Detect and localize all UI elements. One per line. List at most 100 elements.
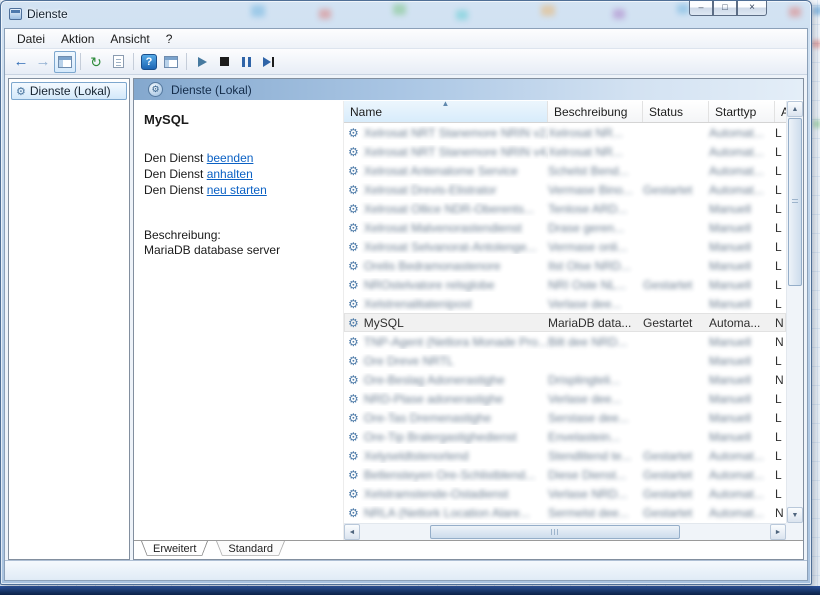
- table-row[interactable]: ⚙NRLA (Netlork Location Alare... Sermels…: [344, 503, 786, 522]
- service-starttyp-cell: Manuell: [709, 373, 775, 387]
- help-button[interactable]: ?: [138, 51, 160, 73]
- taskbar[interactable]: [0, 586, 820, 595]
- tab-standard[interactable]: Standard: [212, 541, 289, 559]
- column-header-starttyp[interactable]: Starttyp: [709, 101, 775, 122]
- table-row[interactable]: ⚙Ore Dreve NRTL Manuell L: [344, 351, 786, 370]
- show-console-tree-button[interactable]: [54, 51, 76, 73]
- column-header-name[interactable]: ▲ Name: [344, 101, 548, 122]
- menu-aktion[interactable]: Aktion: [53, 30, 102, 48]
- service-desc-cell: Drase geren...: [548, 221, 643, 235]
- column-header-anmelden[interactable]: A: [775, 101, 786, 122]
- service-gear-icon: ⚙: [348, 411, 359, 425]
- vertical-scroll-track[interactable]: [787, 287, 803, 507]
- stop-service-link[interactable]: beenden: [207, 151, 254, 165]
- service-gear-icon: ⚙: [348, 164, 359, 178]
- service-starttyp-cell: Automat...: [709, 145, 775, 159]
- export-list-button[interactable]: [107, 51, 129, 73]
- menu-ansicht[interactable]: Ansicht: [102, 30, 157, 48]
- service-name-cell: Xelstramstende-Ostadienst: [364, 487, 509, 501]
- restart-service-link[interactable]: neu starten: [207, 183, 267, 197]
- refresh-button[interactable]: ↻: [85, 51, 107, 73]
- table-row[interactable]: ⚙Betlensteyen Ore-Schlistblend... Diese …: [344, 465, 786, 484]
- table-row[interactable]: ⚙Xelrosat Antenalome Service Schelst Ben…: [344, 161, 786, 180]
- action-prefix: Den Dienst: [144, 167, 207, 181]
- minimize-button[interactable]: –: [689, 1, 713, 16]
- table-row[interactable]: ⚙Xelstrenalitatenipost Verlase dee... Ma…: [344, 294, 786, 313]
- table-row[interactable]: ⚙Xelyseldtstenorlend Stendlitend te... G…: [344, 446, 786, 465]
- show-action-pane-button[interactable]: [160, 51, 182, 73]
- table-row[interactable]: ⚙Xelrosat Malvenorastendienst Drase gere…: [344, 218, 786, 237]
- column-header-status[interactable]: Status: [643, 101, 709, 122]
- service-anmelden-cell: L: [775, 392, 786, 406]
- service-desc-cell: Tenlose ARD...: [548, 202, 643, 216]
- table-row[interactable]: ⚙TNP-Agent (Netlora Monade Pro... Bilt d…: [344, 332, 786, 351]
- horizontal-scroll-thumb[interactable]: [430, 525, 680, 539]
- maximize-button[interactable]: □: [713, 1, 737, 16]
- table-row[interactable]: ⚙Ore-Beslag Adonerastighe Drisplingteli.…: [344, 370, 786, 389]
- table-row[interactable]: ⚙NROstelvatore relsglobe NRI Oste NL... …: [344, 275, 786, 294]
- table-row[interactable]: ⚙Ore-Tas Dremenastighe Serstase dee... M…: [344, 408, 786, 427]
- tree-item-label: Dienste (Lokal): [30, 84, 111, 98]
- service-starttyp-cell: Manuell: [709, 202, 775, 216]
- table-row[interactable]: ⚙NRD-Plase adonerastighe Verlase dee... …: [344, 389, 786, 408]
- column-header-beschreibung[interactable]: Beschreibung: [548, 101, 643, 122]
- console-tree-panel: ⚙ Dienste (Lokal): [8, 78, 130, 560]
- table-row[interactable]: ⚙Xelrosat NRT Stanemore NRIN v4... Xelro…: [344, 142, 786, 161]
- scroll-left-button[interactable]: ◄: [344, 524, 360, 540]
- service-gear-icon: ⚙: [348, 183, 359, 197]
- pause-icon: [242, 57, 245, 67]
- pause-service-button[interactable]: [235, 51, 257, 73]
- service-anmelden-cell: L: [775, 145, 786, 159]
- tab-erweitert[interactable]: Erweitert: [137, 541, 212, 559]
- service-status-cell: Gestartet: [643, 183, 709, 197]
- table-row[interactable]: ⚙Xelstramstende-Ostadienst Verlase NRD..…: [344, 484, 786, 503]
- service-status-cell: Gestartet: [643, 506, 709, 520]
- scroll-down-button[interactable]: ▼: [787, 507, 803, 523]
- service-anmelden-cell: L: [775, 487, 786, 501]
- title-bar[interactable]: Dienste – □ ×: [1, 1, 811, 28]
- back-arrow-icon: ←: [14, 54, 29, 69]
- glass-reflection-blob: [677, 4, 689, 14]
- service-anmelden-cell: L: [775, 183, 786, 197]
- vertical-scrollbar[interactable]: ▲ ▼: [786, 101, 803, 523]
- vertical-scroll-thumb[interactable]: [788, 118, 802, 286]
- service-anmelden-cell: N: [775, 316, 786, 330]
- desktop-icon-blob: [812, 40, 820, 48]
- forward-button[interactable]: →: [32, 51, 54, 73]
- menu-datei[interactable]: Datei: [9, 30, 53, 48]
- stop-service-button[interactable]: [213, 51, 235, 73]
- horizontal-scrollbar[interactable]: ◄ ►: [344, 523, 786, 540]
- service-anmelden-cell: L: [775, 202, 786, 216]
- scroll-up-button[interactable]: ▲: [787, 101, 803, 117]
- table-row[interactable]: ⚙Ore-Tip Bralergastighedienst Envelastei…: [344, 427, 786, 446]
- start-service-button[interactable]: [191, 51, 213, 73]
- horizontal-scroll-track[interactable]: [681, 524, 770, 540]
- service-starttyp-cell: Automat...: [709, 164, 775, 178]
- service-starttyp-cell: Manuell: [709, 297, 775, 311]
- scroll-right-button[interactable]: ►: [770, 524, 786, 540]
- table-row[interactable]: ⚙Xelrosat Selvanorat-Antolenge... Vermas…: [344, 237, 786, 256]
- table-row[interactable]: ⚙Xelrosat Drevis-Elistrator Vermase Bino…: [344, 180, 786, 199]
- close-button[interactable]: ×: [737, 1, 767, 16]
- service-starttyp-cell: Automat...: [709, 487, 775, 501]
- tree-item-dienste-lokal[interactable]: ⚙ Dienste (Lokal): [11, 82, 127, 100]
- menu-hilfe[interactable]: ?: [158, 30, 181, 48]
- service-starttyp-cell: Manuell: [709, 392, 775, 406]
- help-icon: ?: [141, 54, 157, 70]
- table-row[interactable]: ⚙Orelis Bedramonastenore Ilst Olse NRD..…: [344, 256, 786, 275]
- back-button[interactable]: ←: [10, 51, 32, 73]
- pause-service-link[interactable]: anhalten: [207, 167, 253, 181]
- table-row[interactable]: ⚙Xelrosat NRT Stanemore NRIN v2... Xelro…: [344, 123, 786, 142]
- action-prefix: Den Dienst: [144, 151, 207, 165]
- service-anmelden-cell: L: [775, 354, 786, 368]
- service-status-cell: Gestartet: [643, 278, 709, 292]
- restart-service-button[interactable]: [257, 51, 279, 73]
- glass-reflection-blob: [456, 10, 468, 20]
- desktop-icon-blob: [813, 6, 820, 15]
- service-desc-cell: Drisplingteli...: [548, 373, 643, 387]
- table-row[interactable]: ⚙MySQL MariaDB data... Gestartet Automa.…: [344, 313, 786, 332]
- service-desc-cell: Xelrosat NR...: [548, 126, 643, 140]
- service-gear-icon: ⚙: [348, 392, 359, 406]
- table-row[interactable]: ⚙Xelrosat Ollice NDR-Oberents... Tenlose…: [344, 199, 786, 218]
- selected-service-name: MySQL: [144, 112, 331, 127]
